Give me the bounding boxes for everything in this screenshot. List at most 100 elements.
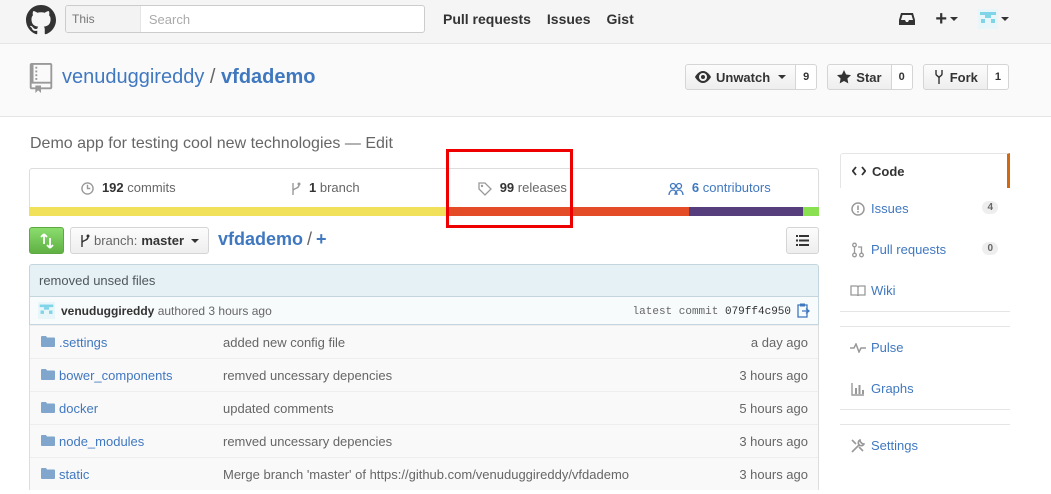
star-button[interactable]: Star <box>827 64 892 90</box>
contributors-label: contributors <box>702 180 771 195</box>
repo-owner-link[interactable]: venuduggireddy <box>62 66 204 88</box>
star-label: Star <box>856 69 882 85</box>
graph-icon <box>850 382 866 396</box>
breadcrumb-repo-link[interactable]: vfdademo <box>218 229 303 249</box>
header-user-actions: + <box>899 9 1009 29</box>
file-commit-message-link[interactable]: added new config file <box>223 335 345 350</box>
avatar <box>978 9 998 29</box>
unwatch-label: Unwatch <box>715 69 771 85</box>
sidebar-item-label: Pull requests <box>871 242 947 257</box>
repo-name-link[interactable]: vfdademo <box>221 66 315 88</box>
fork-group: Fork 1 <box>922 64 1009 90</box>
git-pull-request-icon <box>850 242 866 258</box>
file-row: .settings added new config file a day ago <box>30 325 818 358</box>
clipboard-icon[interactable] <box>797 303 810 318</box>
commit-message: removed unsed files <box>39 273 156 288</box>
nav-pull-requests[interactable]: Pull requests <box>443 11 531 27</box>
sidebar-group-main: Code Issues 4 Pull requests 0 Wiki <box>840 153 1010 312</box>
latest-commit-message[interactable]: removed unsed files <box>29 264 819 297</box>
compare-button[interactable] <box>29 227 64 254</box>
commits-link[interactable]: 192 commits <box>30 169 227 208</box>
unwatch-button[interactable]: Unwatch <box>684 64 797 90</box>
branches-link[interactable]: 1 branch <box>227 169 424 208</box>
folder-icon <box>41 369 55 380</box>
notifications-inbox-icon[interactable] <box>899 12 916 26</box>
file-commit-message-link[interactable]: updated comments <box>223 401 334 416</box>
latest-commit-info: latest commit 079ff4c950 <box>633 306 791 318</box>
file-commit-message-link[interactable]: Merge branch 'master' of https://github.… <box>223 467 629 482</box>
sidebar-group-insights: Pulse Graphs <box>840 326 1010 410</box>
commit-author-line: venuduggireddy authored 3 hours ago <box>61 304 272 318</box>
nav-gist[interactable]: Gist <box>607 11 634 27</box>
nav-issues[interactable]: Issues <box>547 11 591 27</box>
file-name-link[interactable]: docker <box>59 401 98 416</box>
fork-button[interactable]: Fork <box>922 64 988 90</box>
sidebar-item-pulse[interactable]: Pulse <box>840 327 1010 368</box>
edit-description-link[interactable]: Edit <box>365 135 393 152</box>
folder-icon <box>41 435 55 446</box>
plus-icon: + <box>935 8 947 30</box>
sidebar-item-wiki[interactable]: Wiki <box>840 270 1010 311</box>
branch-icon <box>292 182 301 195</box>
star-group: Star 0 <box>827 64 913 90</box>
forks-count[interactable]: 1 <box>987 64 1009 90</box>
sidebar-item-label: Settings <box>871 438 918 453</box>
search-box: This repository <box>65 5 425 33</box>
releases-highlight-box <box>446 149 573 228</box>
watch-group: Unwatch 9 <box>684 64 818 90</box>
file-row: static Merge branch 'master' of https://g… <box>30 457 818 490</box>
fork-icon <box>935 70 943 84</box>
star-icon <box>837 70 852 84</box>
sidebar-item-settings[interactable]: Settings <box>840 425 1010 466</box>
history-icon <box>81 182 95 195</box>
contributors-link[interactable]: 6 contributors <box>621 169 818 208</box>
repo-description: Demo app for testing cool new technologi… <box>30 135 393 153</box>
repo-sidebar-nav: Code Issues 4 Pull requests 0 Wiki Pulse… <box>840 153 1010 466</box>
branch-select-button[interactable]: branch: master <box>70 227 210 254</box>
repo-actions: Unwatch 9 Star 0 Fork 1 <box>684 64 1009 90</box>
sidebar-item-label: Issues <box>871 201 909 216</box>
file-commit-message-link[interactable]: remved uncessary depencies <box>223 368 392 383</box>
new-file-button[interactable]: + <box>316 229 327 249</box>
file-age: 3 hours ago <box>739 368 808 383</box>
book-icon <box>850 284 866 297</box>
file-name-link[interactable]: .settings <box>59 335 107 350</box>
file-name-link[interactable]: static <box>59 467 89 482</box>
repo-header: venuduggireddy / vfdademo Unwatch 9 Star… <box>0 44 1051 117</box>
search-input[interactable] <box>140 6 424 32</box>
repo-description-text: Demo app for testing cool new technologi… <box>30 135 341 152</box>
list-view-button[interactable] <box>786 227 819 254</box>
eye-icon <box>694 71 711 83</box>
language-bar-segment[interactable] <box>29 207 448 216</box>
file-age: 3 hours ago <box>739 467 808 482</box>
file-commit-message-link[interactable]: remved uncessary depencies <box>223 434 392 449</box>
file-name-link[interactable]: node_modules <box>59 434 144 449</box>
create-new-menu[interactable]: + <box>935 8 958 30</box>
sidebar-item-code[interactable]: Code <box>840 153 1010 188</box>
language-bar-segment[interactable] <box>688 207 804 216</box>
fork-label: Fork <box>949 69 978 85</box>
issues-count-badge: 4 <box>982 201 998 214</box>
folder-icon <box>41 468 55 479</box>
watchers-count[interactable]: 9 <box>796 64 818 90</box>
user-menu[interactable] <box>978 9 1009 29</box>
file-navigation: branch: master vfdademo / + <box>29 227 819 255</box>
file-name-link[interactable]: bower_components <box>59 368 172 383</box>
file-row: bower_components remved uncessary depenci… <box>30 358 818 391</box>
sidebar-item-issues[interactable]: Issues 4 <box>840 188 1010 229</box>
contributors-count: 6 <box>691 180 700 195</box>
sidebar-item-graphs[interactable]: Graphs <box>840 368 1010 409</box>
language-bar[interactable] <box>29 207 819 216</box>
stargazers-count[interactable]: 0 <box>891 64 913 90</box>
sidebar-item-pull-requests[interactable]: Pull requests 0 <box>840 229 1010 270</box>
commit-sha-link[interactable]: 079ff4c950 <box>725 306 791 318</box>
latest-commit-label: latest commit <box>632 306 719 318</box>
github-logo-icon[interactable] <box>26 5 56 35</box>
commits-label: commits <box>127 180 176 195</box>
chevron-down-icon <box>950 17 958 21</box>
search-scope-label: This repository <box>66 6 141 32</box>
commit-author-link[interactable]: venuduggireddy <box>61 304 154 318</box>
tools-icon <box>850 438 866 454</box>
branch-label: branch <box>319 180 360 195</box>
language-bar-segment[interactable] <box>803 207 819 216</box>
